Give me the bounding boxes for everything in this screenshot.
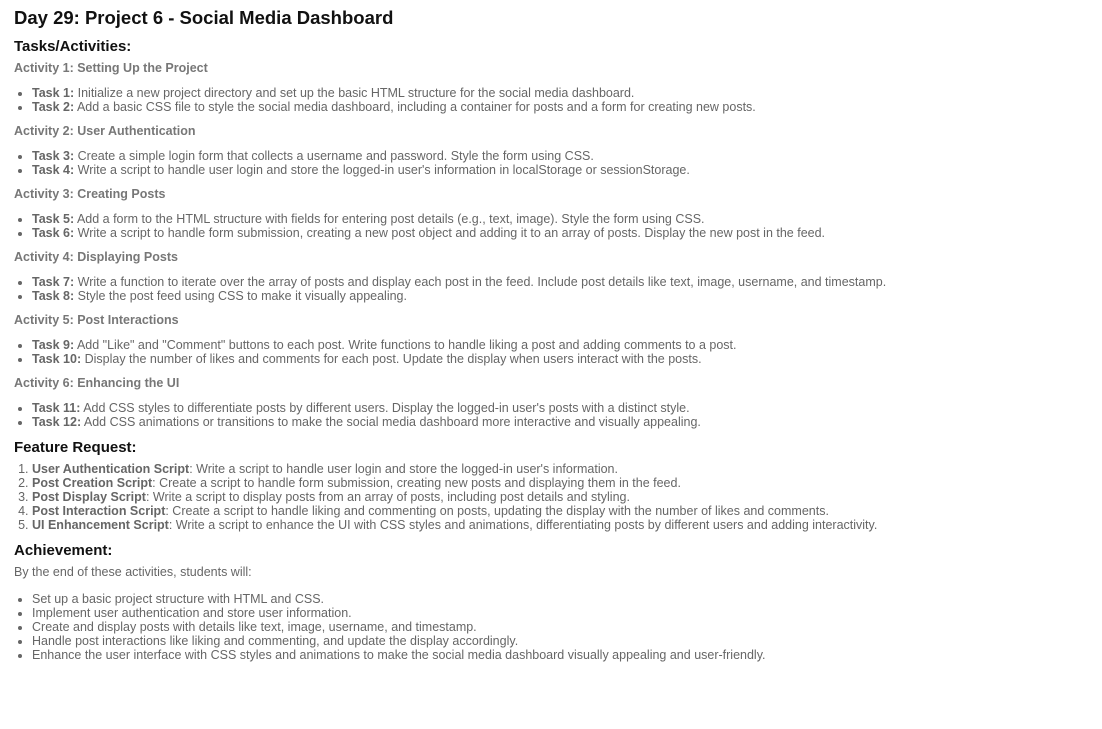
task-text: Initialize a new project directory and s… — [74, 86, 635, 100]
task-label: Task 11: — [32, 401, 81, 415]
achievement-item: Create and display posts with details li… — [32, 620, 1088, 634]
activity-heading: Activity 2: User Authentication — [14, 124, 196, 138]
feature-label: Post Interaction Script — [32, 504, 166, 518]
feature-list: User Authentication Script: Write a scri… — [14, 462, 1088, 532]
feature-text: : Write a script to handle user login an… — [189, 462, 618, 476]
task-label: Task 12: — [32, 415, 82, 429]
task-item: Task 10: Display the number of likes and… — [32, 352, 1088, 366]
achievement-item: Implement user authentication and store … — [32, 606, 1088, 620]
task-item: Task 4: Write a script to handle user lo… — [32, 163, 1088, 177]
task-item: Task 7: Write a function to iterate over… — [32, 275, 1088, 289]
task-list: Task 11: Add CSS styles to differentiate… — [14, 401, 1088, 429]
task-label: Task 4: — [32, 163, 75, 177]
feature-label: Post Creation Script — [32, 476, 153, 490]
task-item: Task 6: Write a script to handle form su… — [32, 226, 1088, 240]
task-text: Display the number of likes and comments… — [81, 352, 702, 366]
task-text: Write a function to iterate over the arr… — [74, 275, 887, 289]
feature-item: Post Creation Script: Create a script to… — [32, 476, 1088, 490]
activity-2: Activity 2: User Authentication Task 3: … — [14, 124, 1088, 177]
feature-label: User Authentication Script — [32, 462, 190, 476]
feature-item: Post Interaction Script: Create a script… — [32, 504, 1088, 518]
feature-text: : Write a script to enhance the UI with … — [168, 518, 878, 532]
achievement-item: Enhance the user interface with CSS styl… — [32, 648, 1088, 662]
task-label: Task 3: — [32, 149, 75, 163]
task-item: Task 3: Create a simple login form that … — [32, 149, 1088, 163]
task-item: Task 9: Add "Like" and "Comment" buttons… — [32, 338, 1088, 352]
activity-3: Activity 3: Creating Posts Task 5: Add a… — [14, 187, 1088, 240]
activity-heading: Activity 5: Post Interactions — [14, 313, 179, 327]
document-page: Day 29: Project 6 - Social Media Dashboa… — [0, 0, 1102, 662]
activity-heading: Activity 1: Setting Up the Project — [14, 61, 208, 75]
task-item: Task 2: Add a basic CSS file to style th… — [32, 100, 1088, 114]
task-text: Add CSS styles to differentiate posts by… — [80, 401, 690, 415]
task-label: Task 1: — [32, 86, 75, 100]
task-label: Task 6: — [32, 226, 75, 240]
task-text: Write a script to handle form submission… — [74, 226, 826, 240]
activity-heading: Activity 3: Creating Posts — [14, 187, 166, 201]
achievement-lead: By the end of these activities, students… — [14, 565, 252, 579]
task-label: Task 7: — [32, 275, 75, 289]
achievement-heading: Achievement: — [14, 542, 113, 559]
activity-5: Activity 5: Post Interactions Task 9: Ad… — [14, 313, 1088, 366]
task-item: Task 8: Style the post feed using CSS to… — [32, 289, 1088, 303]
task-label: Task 10: — [32, 352, 82, 366]
page-title: Day 29: Project 6 - Social Media Dashboa… — [14, 7, 394, 28]
feature-label: Post Display Script — [32, 490, 146, 504]
task-item: Task 11: Add CSS styles to differentiate… — [32, 401, 1088, 415]
task-list: Task 1: Initialize a new project directo… — [14, 86, 1088, 114]
activity-4: Activity 4: Displaying Posts Task 7: Wri… — [14, 250, 1088, 303]
tasks-heading: Tasks/Activities: — [14, 38, 132, 55]
task-text: Add a basic CSS file to style the social… — [74, 100, 756, 114]
task-list: Task 3: Create a simple login form that … — [14, 149, 1088, 177]
achievement-item: Handle post interactions like liking and… — [32, 634, 1088, 648]
activity-1: Activity 1: Setting Up the Project Task … — [14, 61, 1088, 114]
feature-label: UI Enhancement Script — [32, 518, 169, 532]
feature-item: User Authentication Script: Write a scri… — [32, 462, 1088, 476]
feature-item: UI Enhancement Script: Write a script to… — [32, 518, 1088, 532]
task-text: Add "Like" and "Comment" buttons to each… — [74, 338, 737, 352]
activity-6: Activity 6: Enhancing the UI Task 11: Ad… — [14, 376, 1088, 429]
feature-text: : Write a script to display posts from a… — [145, 490, 630, 504]
feature-item: Post Display Script: Write a script to d… — [32, 490, 1088, 504]
task-label: Task 8: — [32, 289, 75, 303]
feature-request-heading: Feature Request: — [14, 439, 137, 456]
activity-heading: Activity 4: Displaying Posts — [14, 250, 178, 264]
task-text: Create a simple login form that collects… — [74, 149, 594, 163]
task-label: Task 9: — [32, 338, 75, 352]
activity-heading: Activity 6: Enhancing the UI — [14, 376, 180, 390]
task-item: Task 5: Add a form to the HTML structure… — [32, 212, 1088, 226]
activity-list: Activity 1: Setting Up the Project Task … — [14, 61, 1088, 429]
task-item: Task 1: Initialize a new project directo… — [32, 86, 1088, 100]
task-label: Task 2: — [32, 100, 75, 114]
task-text: Add CSS animations or transitions to mak… — [81, 415, 701, 429]
achievement-list: Set up a basic project structure with HT… — [14, 592, 1088, 662]
task-item: Task 12: Add CSS animations or transitio… — [32, 415, 1088, 429]
task-text: Write a script to handle user login and … — [74, 163, 690, 177]
task-label: Task 5: — [32, 212, 75, 226]
achievement-item: Set up a basic project structure with HT… — [32, 592, 1088, 606]
feature-text: : Create a script to handle form submiss… — [152, 476, 681, 490]
feature-text: : Create a script to handle liking and c… — [165, 504, 829, 518]
task-text: Add a form to the HTML structure with fi… — [74, 212, 705, 226]
task-list: Task 5: Add a form to the HTML structure… — [14, 212, 1088, 240]
task-text: Style the post feed using CSS to make it… — [74, 289, 407, 303]
task-list: Task 7: Write a function to iterate over… — [14, 275, 1088, 303]
task-list: Task 9: Add "Like" and "Comment" buttons… — [14, 338, 1088, 366]
